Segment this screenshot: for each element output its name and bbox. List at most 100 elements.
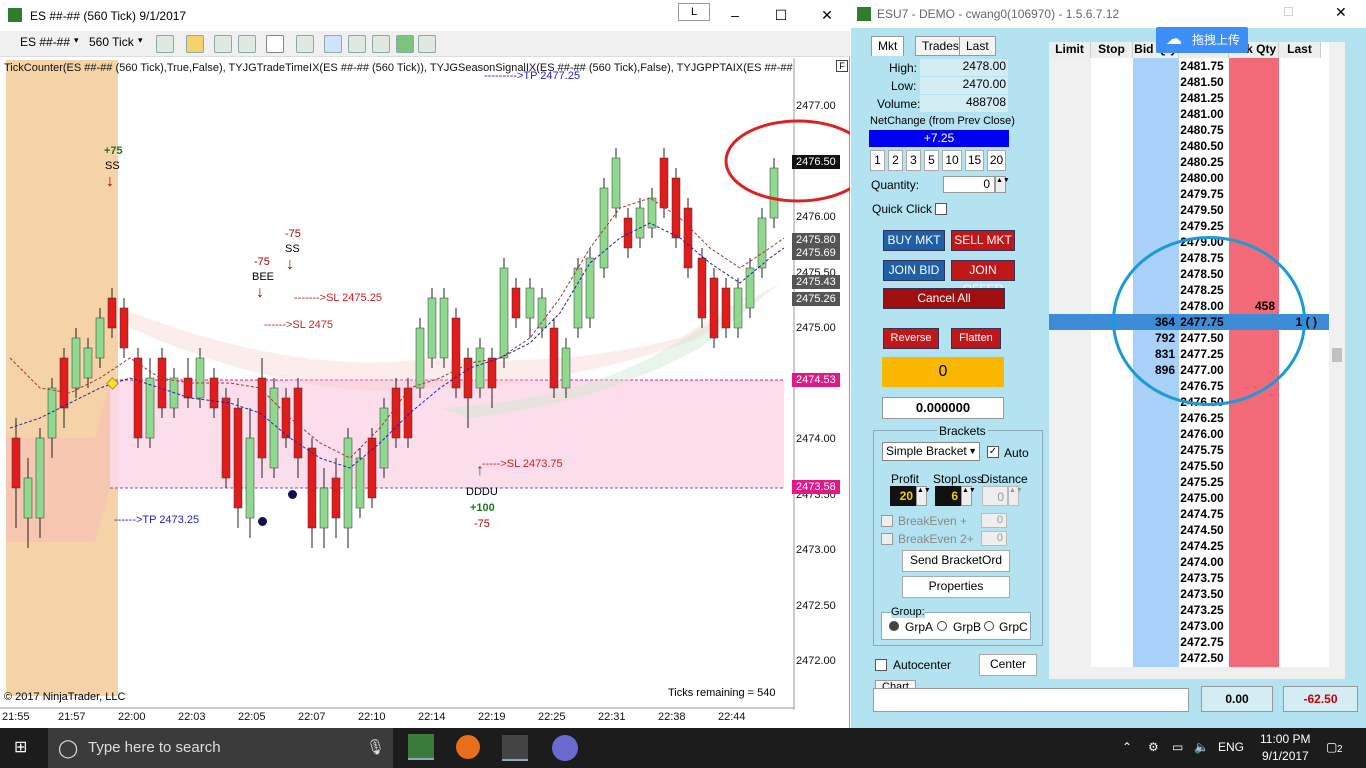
- pointer-icon[interactable]: [266, 35, 284, 53]
- reverse-button[interactable]: Reverse: [883, 328, 939, 349]
- ladder-row[interactable]: 2476.25: [1049, 410, 1329, 426]
- app-task-icon[interactable]: [502, 735, 528, 761]
- breakeven-checkbox[interactable]: [881, 515, 893, 527]
- instrument-selector[interactable]: ES ##-##: [20, 35, 70, 53]
- zoom-icon[interactable]: [296, 35, 314, 53]
- ladder-row[interactable]: 2473.00: [1049, 618, 1329, 634]
- breakeven2-input[interactable]: 0: [981, 531, 1007, 546]
- language[interactable]: ENG: [1218, 740, 1244, 754]
- ninjatrader-task-icon[interactable]: [408, 734, 434, 760]
- send-bracket-button[interactable]: Send BracketOrd: [902, 550, 1010, 572]
- flatten-button[interactable]: Flatten: [951, 328, 1001, 349]
- ladder-row[interactable]: 2475.25: [1049, 474, 1329, 490]
- quantity-input[interactable]: 0: [943, 176, 995, 193]
- profit-input[interactable]: 20: [890, 486, 916, 506]
- ladder-row[interactable]: 2480.75: [1049, 122, 1329, 138]
- maximize-icon[interactable]: ☐: [758, 0, 804, 31]
- ladder-row[interactable]: 2480.50: [1049, 138, 1329, 154]
- ladder-scrollbar[interactable]: [1329, 42, 1345, 667]
- firefox-icon[interactable]: [456, 735, 480, 759]
- minimize-icon[interactable]: –: [712, 0, 758, 31]
- upload-button[interactable]: ☁ 拖拽上传: [1156, 27, 1248, 53]
- chevron-down-icon[interactable]: ▾: [138, 35, 143, 53]
- dollar-icon[interactable]: [396, 35, 414, 53]
- qty-preset-button[interactable]: 15: [965, 150, 984, 171]
- tray-arrow-icon[interactable]: ⌃: [1122, 740, 1132, 754]
- cancel-all-button[interactable]: Cancel All: [883, 288, 1005, 309]
- ladder-row[interactable]: 2475.50: [1049, 458, 1329, 474]
- chart-corner-button[interactable]: F: [836, 60, 848, 72]
- ladder-row[interactable]: 2474.00: [1049, 554, 1329, 570]
- ladder-row[interactable]: 2475.00: [1049, 490, 1329, 506]
- properties-button[interactable]: Properties: [902, 576, 1010, 598]
- microphone-icon[interactable]: 🎙: [366, 728, 385, 768]
- ladder-row[interactable]: 2480.25: [1049, 154, 1329, 170]
- close-icon[interactable]: ✕: [804, 0, 850, 31]
- group-c-radio[interactable]: [984, 621, 994, 631]
- ladder-row[interactable]: 2474.25: [1049, 538, 1329, 554]
- price-chart[interactable]: [0, 58, 850, 710]
- ladder-row[interactable]: 2475.75: [1049, 442, 1329, 458]
- breakeven-input[interactable]: 0: [981, 513, 1007, 528]
- chart-min-label-button[interactable]: L: [678, 3, 710, 21]
- distance-stepper[interactable]: ▲▼: [1008, 486, 1023, 506]
- distance-input[interactable]: 0: [982, 486, 1008, 506]
- qty-preset-button[interactable]: 5: [924, 150, 939, 171]
- tab-mkt[interactable]: Mkt: [871, 36, 905, 56]
- buy-market-button[interactable]: BUY MKT: [883, 230, 945, 251]
- ladder-row[interactable]: 2481.75: [1049, 58, 1329, 74]
- ladder-row[interactable]: 2481.25: [1049, 90, 1329, 106]
- tray-apps-icon[interactable]: ⚙: [1148, 740, 1159, 754]
- bracket-type-select[interactable]: Simple Bracket ▼: [882, 442, 980, 461]
- autocenter-checkbox[interactable]: [875, 659, 887, 671]
- data-box-icon[interactable]: [418, 35, 436, 53]
- ladder-row[interactable]: 2481.50: [1049, 74, 1329, 90]
- pencil-icon[interactable]: [186, 35, 204, 53]
- qty-preset-button[interactable]: 20: [987, 150, 1006, 171]
- search-input[interactable]: ◯ Type here to search 🎙: [48, 728, 393, 768]
- group-b-radio[interactable]: [937, 621, 947, 631]
- quantity-stepper[interactable]: ▲▼: [995, 176, 1010, 193]
- sell-market-button[interactable]: SELL MKT: [951, 230, 1015, 251]
- breakeven2-checkbox[interactable]: [881, 533, 893, 545]
- ladder-row[interactable]: 2474.50: [1049, 522, 1329, 538]
- ladder-hscrollbar[interactable]: [1049, 667, 1345, 679]
- ladder-row[interactable]: 2473.25: [1049, 602, 1329, 618]
- app2-task-icon[interactable]: [552, 735, 578, 761]
- group-a-radio[interactable]: [889, 621, 899, 631]
- bars-type-icon[interactable]: [156, 35, 174, 53]
- ladder-row[interactable]: 2479.50: [1049, 202, 1329, 218]
- clock-time[interactable]: 11:00 PM: [1260, 732, 1310, 746]
- join-offer-button[interactable]: JOIN OFFER: [951, 260, 1015, 296]
- chevron-down-icon[interactable]: ▾: [74, 35, 79, 53]
- ladder-row[interactable]: 2473.50: [1049, 586, 1329, 602]
- ladder-row[interactable]: 2479.25: [1049, 218, 1329, 234]
- qty-preset-button[interactable]: 2: [888, 150, 903, 171]
- ladder-row[interactable]: 2472.75: [1049, 634, 1329, 650]
- notification-icon[interactable]: ▢: [1326, 740, 1337, 754]
- ladder-row[interactable]: 2473.75: [1049, 570, 1329, 586]
- join-bid-button[interactable]: JOIN BID: [883, 260, 945, 281]
- qty-preset-button[interactable]: 3: [906, 150, 921, 171]
- windows-start-icon[interactable]: ⊞: [14, 740, 32, 756]
- ladder-row[interactable]: 2474.75: [1049, 506, 1329, 522]
- templates-icon[interactable]: [348, 35, 366, 53]
- profit-stepper[interactable]: ▲▼: [916, 486, 931, 506]
- strategy-icon[interactable]: [238, 35, 256, 53]
- ladder-row[interactable]: 2480.00: [1049, 170, 1329, 186]
- ladder-row[interactable]: 2476.00: [1049, 426, 1329, 442]
- ladder-row[interactable]: 2472.50: [1049, 650, 1329, 666]
- add-indicator-icon[interactable]: [214, 35, 232, 53]
- center-button[interactable]: Center: [979, 654, 1037, 676]
- close-icon[interactable]: ✕: [1335, 4, 1347, 21]
- screenshot-icon[interactable]: [372, 35, 390, 53]
- ladder-row[interactable]: 2481.00: [1049, 106, 1329, 122]
- auto-checkbox[interactable]: ✓: [987, 446, 999, 458]
- ladder-row[interactable]: 2479.75: [1049, 186, 1329, 202]
- volume-icon[interactable]: 🔈: [1194, 740, 1209, 754]
- stoploss-input[interactable]: 6: [935, 486, 961, 506]
- tab-last[interactable]: Last: [959, 36, 996, 56]
- maximize-icon[interactable]: ☐: [1283, 5, 1294, 19]
- interval-selector[interactable]: 560 Tick: [89, 35, 134, 53]
- stoploss-stepper[interactable]: ▲▼: [961, 486, 976, 506]
